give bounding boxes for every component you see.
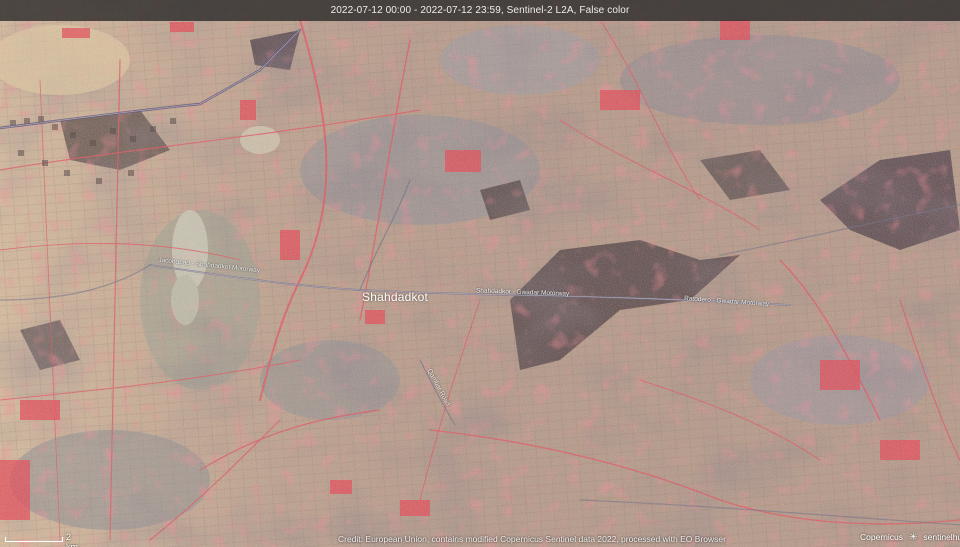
- scale-bar-label: 2 km: [66, 532, 78, 547]
- attribution-credit: Credit: European Union, contains modifie…: [338, 534, 726, 544]
- copernicus-logo: Copernicus: [860, 532, 903, 542]
- provider-logos: Copernicus ✳ sentinelhub: [860, 530, 960, 544]
- sentinel-hub-logo: sentinelhub: [923, 532, 960, 542]
- imagery-info-bar: 2022-07-12 00:00 - 2022-07-12 23:59, Sen…: [0, 0, 960, 21]
- city-label: Shahdadkot: [362, 290, 429, 304]
- sentinel-hub-icon: ✳: [909, 531, 918, 543]
- map-viewport[interactable]: 2022-07-12 00:00 - 2022-07-12 23:59, Sen…: [0, 0, 960, 547]
- scale-bar-line: [5, 537, 63, 542]
- satellite-imagery: [0, 0, 960, 547]
